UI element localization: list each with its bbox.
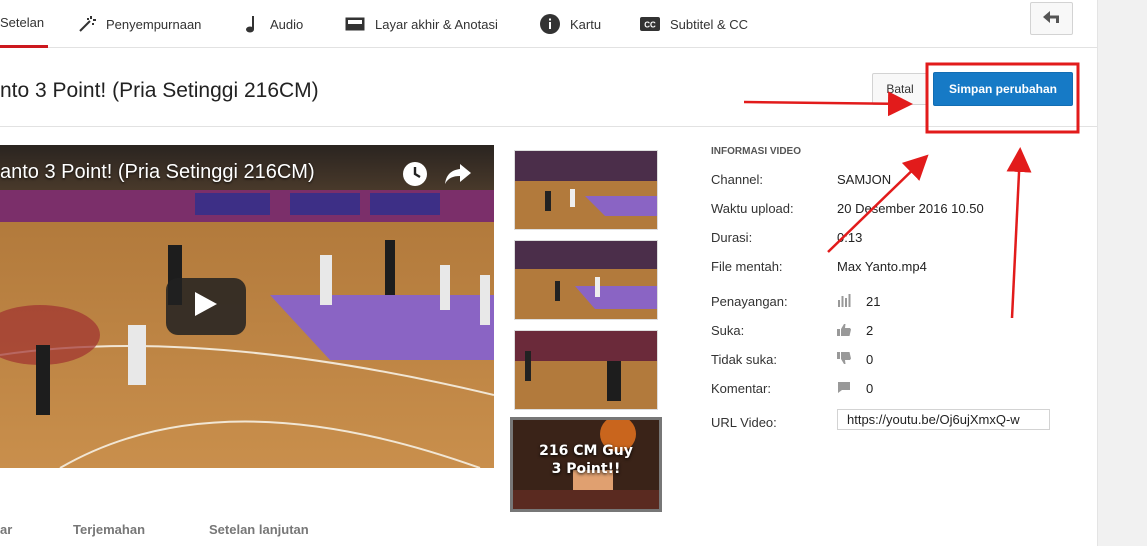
right-gutter <box>1097 0 1147 546</box>
tab-audio[interactable]: Audio <box>244 0 303 48</box>
views-value: 21 <box>866 294 881 309</box>
svg-text:CC: CC <box>644 21 656 30</box>
subtab-translations[interactable]: Terjemahan <box>73 522 145 537</box>
back-button[interactable] <box>1030 2 1073 35</box>
upload-time-label: Waktu upload: <box>711 201 794 216</box>
dislikes-label: Tidak suka: <box>711 352 777 367</box>
subtab-basic[interactable]: ar <box>0 522 12 537</box>
thumbnail-option-2[interactable] <box>514 240 658 320</box>
comments-value: 0 <box>866 381 874 396</box>
raw-file-value: Max Yanto.mp4 <box>837 259 927 274</box>
share-icon[interactable] <box>444 161 472 192</box>
player-title: anto 3 Point! (Pria Setinggi 216CM) <box>0 161 315 183</box>
thumbnail-option-1[interactable] <box>514 150 658 230</box>
play-icon <box>195 292 217 321</box>
upload-time-value: 20 Desember 2016 10.50 <box>837 201 984 216</box>
dislikes-value: 0 <box>866 352 874 367</box>
thumbs-down-icon <box>837 352 851 370</box>
tab-settings[interactable]: Setelan <box>0 0 48 48</box>
bar-chart-icon <box>837 294 851 312</box>
video-url-label: URL Video: <box>711 415 777 430</box>
thumbnail-image <box>515 331 657 409</box>
page-title: nto 3 Point! (Pria Setinggi 216CM) <box>0 79 319 102</box>
video-frame <box>0 145 494 468</box>
comments-label: Komentar: <box>711 381 771 396</box>
thumbnail-caption: 216 CM Guy 3 Point!! <box>539 443 633 477</box>
info-heading: INFORMASI VIDEO <box>711 146 802 157</box>
subtab-advanced-settings[interactable]: Setelan lanjutan <box>209 522 309 537</box>
thumbs-up-icon <box>837 323 851 341</box>
raw-file-label: File mentah: <box>711 259 783 274</box>
channel-label: Channel: <box>711 172 764 187</box>
end-screen-icon <box>345 17 365 31</box>
magic-wand-icon <box>78 15 96 33</box>
info-icon <box>540 14 560 34</box>
title-row: nto 3 Point! (Pria Setinggi 216CM) Batal… <box>0 49 1097 127</box>
thumbnail-option-3[interactable] <box>514 330 658 410</box>
editor-tab-bar: Setelan Penyempurnaan Audio Layar akhir … <box>0 0 1097 48</box>
clock-icon[interactable] <box>402 161 428 192</box>
cc-icon: CC <box>640 17 660 31</box>
video-url-field[interactable]: https://youtu.be/Oj6ujXmxQ-w <box>837 409 1050 430</box>
views-label: Penayangan: <box>711 294 788 309</box>
tab-cards-label: Kartu <box>570 16 602 32</box>
video-player[interactable]: anto 3 Point! (Pria Setinggi 216CM) <box>0 145 494 468</box>
tab-end-screen-label: Layar akhir & Anotasi <box>375 16 498 32</box>
thumbnail-image <box>515 151 657 229</box>
tab-subtitles[interactable]: CC Subtitel & CC <box>640 0 748 48</box>
likes-value: 2 <box>866 323 874 338</box>
tab-enhancements[interactable]: Penyempurnaan <box>78 0 201 48</box>
duration-value: 0:13 <box>837 230 863 245</box>
thumbnail-image <box>515 241 657 319</box>
play-button[interactable] <box>166 278 246 335</box>
tab-end-screen[interactable]: Layar akhir & Anotasi <box>345 0 498 48</box>
tab-enhancements-label: Penyempurnaan <box>106 16 202 32</box>
tab-audio-label: Audio <box>270 16 304 32</box>
channel-value[interactable]: SAMJON <box>837 172 891 187</box>
tab-settings-label: Setelan <box>0 15 45 30</box>
save-button[interactable]: Simpan perubahan <box>933 72 1073 106</box>
tab-subtitles-label: Subtitel & CC <box>670 16 749 32</box>
cancel-button[interactable]: Batal <box>872 73 928 105</box>
thumbnail-option-custom[interactable]: 216 CM Guy 3 Point!! <box>510 417 662 512</box>
back-arrow-icon <box>1042 10 1061 28</box>
music-note-icon <box>244 15 260 33</box>
tab-cards[interactable]: Kartu <box>540 0 601 48</box>
annotation-arrow <box>1006 147 1032 319</box>
likes-label: Suka: <box>711 323 745 338</box>
comment-icon <box>837 381 851 399</box>
duration-label: Durasi: <box>711 230 753 245</box>
